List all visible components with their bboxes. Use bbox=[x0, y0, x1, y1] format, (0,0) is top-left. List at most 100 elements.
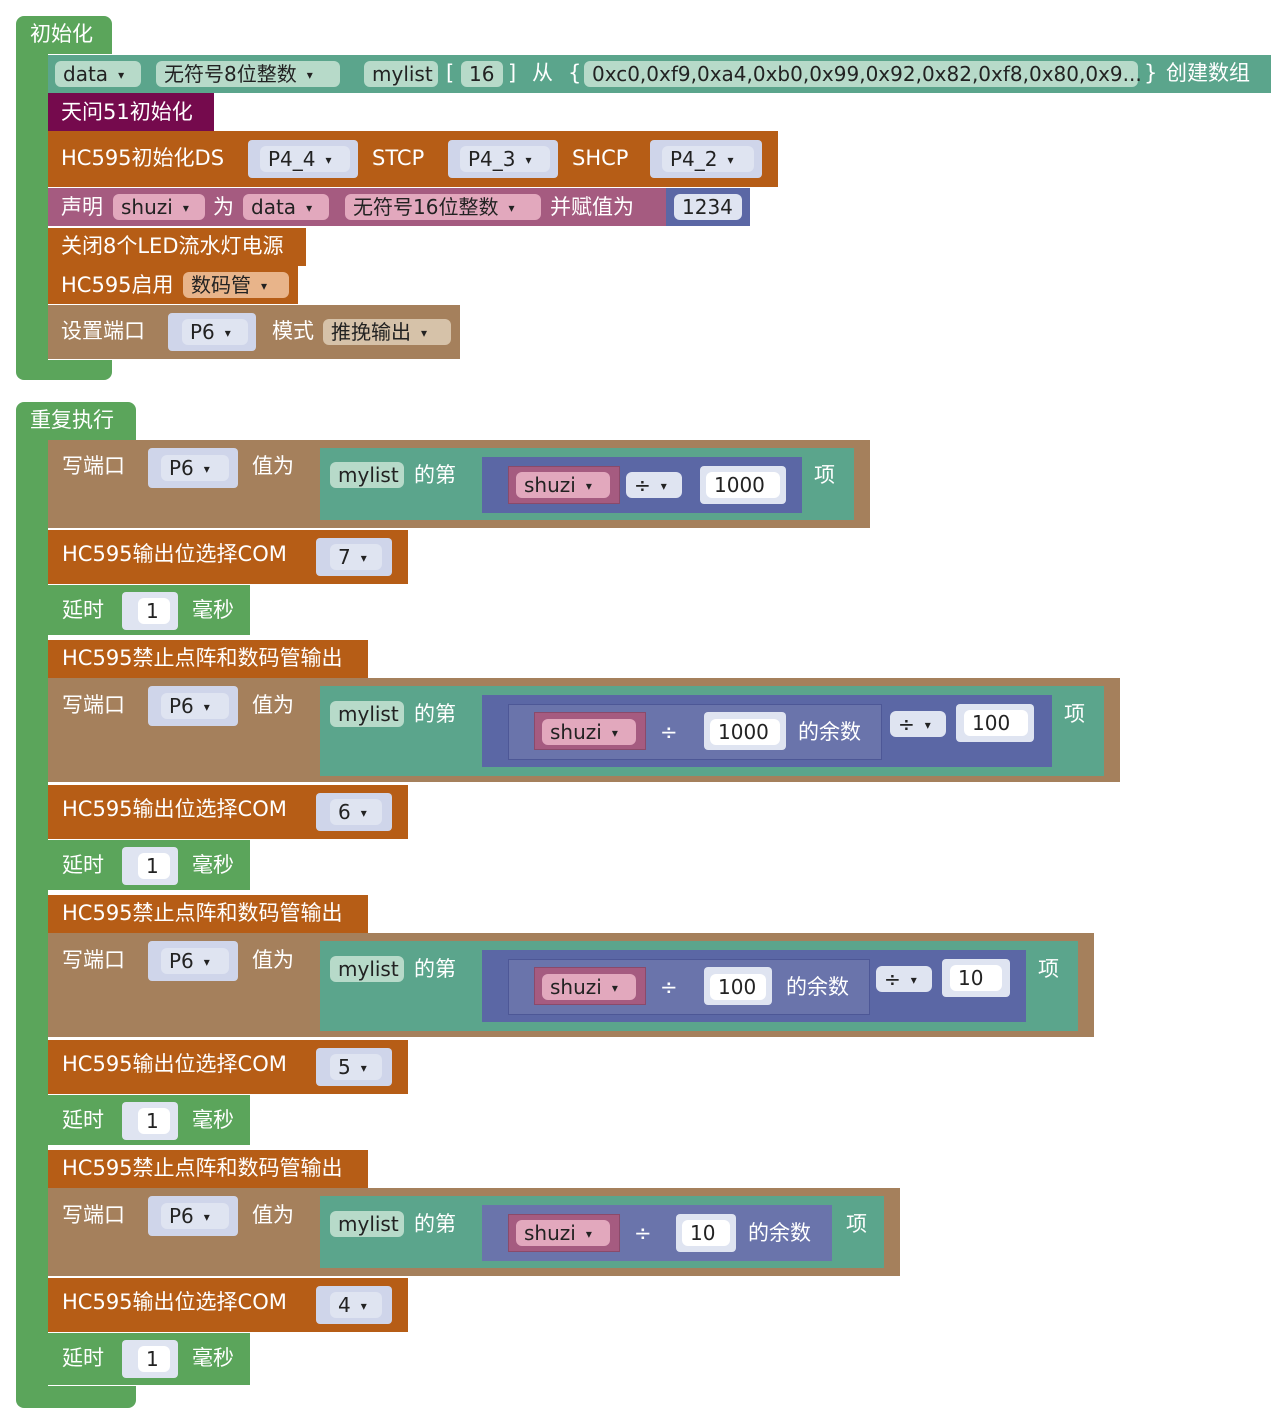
create-array-label: 创建数组 bbox=[1166, 61, 1250, 85]
divisor-field[interactable]: 100 bbox=[710, 974, 766, 1000]
type-keyword-dropdown[interactable]: data bbox=[55, 61, 141, 87]
item-label: 项 bbox=[1064, 702, 1085, 726]
hc595-init-label: HC595初始化DS bbox=[61, 146, 225, 170]
divisor-field[interactable]: 10 bbox=[682, 1220, 730, 1246]
declare-var-dropdown[interactable]: shuzi bbox=[113, 194, 205, 220]
item-label: 项 bbox=[1038, 957, 1059, 981]
var-dropdown[interactable]: shuzi bbox=[542, 719, 636, 745]
delay-label: 延时 bbox=[62, 1346, 104, 1370]
write-port-label: 写端口 bbox=[62, 948, 125, 972]
loop-foot bbox=[16, 1386, 136, 1408]
divisor-field[interactable]: 1000 bbox=[706, 472, 780, 498]
item-label: 项 bbox=[846, 1212, 867, 1236]
index-of-label: 的第 bbox=[414, 957, 456, 981]
hc595-enable-dropdown[interactable]: 数码管 bbox=[183, 272, 289, 298]
bracket-close: ] bbox=[508, 61, 517, 85]
com-select-label: HC595输出位选择COM bbox=[62, 1290, 287, 1314]
loop-body-spine bbox=[16, 438, 48, 1388]
array-values-field[interactable]: 0xc0,0xf9,0xa4,0xb0,0x99,0x92,0x82,0xf8,… bbox=[584, 61, 1142, 87]
divisor2-field[interactable]: 10 bbox=[950, 965, 1002, 991]
mod-label: 的余数 bbox=[786, 975, 849, 999]
port-dropdown[interactable]: P6 bbox=[161, 693, 229, 719]
index-of-label: 的第 bbox=[414, 702, 456, 726]
dtype-dropdown[interactable]: 无符号8位整数 bbox=[156, 61, 340, 87]
delay-field[interactable]: 1 bbox=[138, 598, 170, 624]
port-dropdown[interactable]: P6 bbox=[161, 455, 229, 481]
value-label: 值为 bbox=[252, 948, 294, 972]
mode-label: 模式 bbox=[272, 319, 314, 343]
item-label: 项 bbox=[814, 463, 835, 487]
list-name-field[interactable]: mylist bbox=[330, 462, 404, 488]
declare-kw-dropdown[interactable]: data bbox=[243, 194, 329, 220]
div-symbol: ÷ bbox=[660, 720, 678, 744]
delay-unit: 毫秒 bbox=[192, 853, 234, 877]
value-label: 值为 bbox=[252, 1203, 294, 1227]
ds-pin-dropdown[interactable]: P4_4 bbox=[260, 146, 350, 172]
delay-field[interactable]: 1 bbox=[138, 1108, 170, 1134]
disable-output-label: HC595禁止点阵和数码管输出 bbox=[62, 901, 343, 925]
delay-label: 延时 bbox=[62, 853, 104, 877]
delay-unit: 毫秒 bbox=[192, 1108, 234, 1132]
stcp-pin-dropdown[interactable]: P4_3 bbox=[460, 146, 550, 172]
op-dropdown[interactable]: ÷ bbox=[876, 966, 932, 992]
divisor2-field[interactable]: 100 bbox=[964, 710, 1028, 736]
write-port-label: 写端口 bbox=[62, 1203, 125, 1227]
value-label: 值为 bbox=[252, 454, 294, 478]
declare-assign-label: 并赋值为 bbox=[550, 195, 634, 219]
init-body-spine bbox=[16, 52, 48, 372]
close-led-label: 关闭8个LED流水灯电源 bbox=[61, 234, 284, 258]
div-symbol: ÷ bbox=[634, 1221, 652, 1245]
com-select-label: HC595输出位选择COM bbox=[62, 797, 287, 821]
write-port-label: 写端口 bbox=[62, 693, 125, 717]
delay-unit: 毫秒 bbox=[192, 1346, 234, 1370]
bracket-open: [ bbox=[446, 61, 455, 85]
init-foot bbox=[16, 360, 112, 380]
value-label: 值为 bbox=[252, 693, 294, 717]
set-port-label: 设置端口 bbox=[61, 319, 145, 343]
var-dropdown[interactable]: shuzi bbox=[542, 974, 636, 1000]
mod-label: 的余数 bbox=[798, 720, 861, 744]
set-port-dropdown[interactable]: P6 bbox=[182, 319, 248, 345]
list-name-field[interactable]: mylist bbox=[330, 1211, 404, 1237]
com-dropdown[interactable]: 6 bbox=[330, 799, 382, 825]
array-size-field[interactable]: 16 bbox=[461, 61, 503, 87]
declare-dtype-dropdown[interactable]: 无符号16位整数 bbox=[345, 194, 541, 220]
port-dropdown[interactable]: P6 bbox=[161, 948, 229, 974]
divisor-field[interactable]: 1000 bbox=[710, 719, 780, 745]
op-dropdown[interactable]: ÷ bbox=[626, 472, 682, 498]
com-select-label: HC595输出位选择COM bbox=[62, 542, 287, 566]
init-hat-label: 初始化 bbox=[30, 22, 93, 46]
var-dropdown[interactable]: shuzi bbox=[516, 472, 610, 498]
list-name-field[interactable]: mylist bbox=[330, 701, 404, 727]
loop-hat-label: 重复执行 bbox=[30, 408, 114, 432]
port-dropdown[interactable]: P6 bbox=[161, 1203, 229, 1229]
disable-output-label: HC595禁止点阵和数码管输出 bbox=[62, 646, 343, 670]
declare-as-label: 为 bbox=[213, 195, 234, 219]
delay-field[interactable]: 1 bbox=[138, 853, 170, 879]
shcp-label: SHCP bbox=[572, 146, 629, 170]
from-label: 从 bbox=[532, 61, 553, 85]
delay-label: 延时 bbox=[62, 1108, 104, 1132]
com-dropdown[interactable]: 7 bbox=[330, 544, 382, 570]
delay-unit: 毫秒 bbox=[192, 598, 234, 622]
write-port-label: 写端口 bbox=[62, 454, 125, 478]
array-name-field[interactable]: mylist bbox=[364, 61, 438, 87]
com-dropdown[interactable]: 4 bbox=[330, 1292, 382, 1318]
op-dropdown[interactable]: ÷ bbox=[890, 711, 946, 737]
stcp-label: STCP bbox=[372, 146, 425, 170]
list-name-field[interactable]: mylist bbox=[330, 956, 404, 982]
shcp-pin-dropdown[interactable]: P4_2 bbox=[662, 146, 754, 172]
com-dropdown[interactable]: 5 bbox=[330, 1054, 382, 1080]
index-of-label: 的第 bbox=[414, 463, 456, 487]
com-select-label: HC595输出位选择COM bbox=[62, 1052, 287, 1076]
brace-close: } bbox=[1144, 61, 1158, 85]
hc595-enable-label: HC595启用 bbox=[61, 273, 174, 297]
index-of-label: 的第 bbox=[414, 1212, 456, 1236]
brace-open: { bbox=[568, 61, 582, 85]
declare-value-field[interactable]: 1234 bbox=[674, 194, 742, 220]
delay-label: 延时 bbox=[62, 598, 104, 622]
mod-label: 的余数 bbox=[748, 1221, 811, 1245]
delay-field[interactable]: 1 bbox=[138, 1346, 170, 1372]
var-dropdown[interactable]: shuzi bbox=[516, 1220, 610, 1246]
mode-dropdown[interactable]: 推挽输出 bbox=[323, 319, 451, 345]
